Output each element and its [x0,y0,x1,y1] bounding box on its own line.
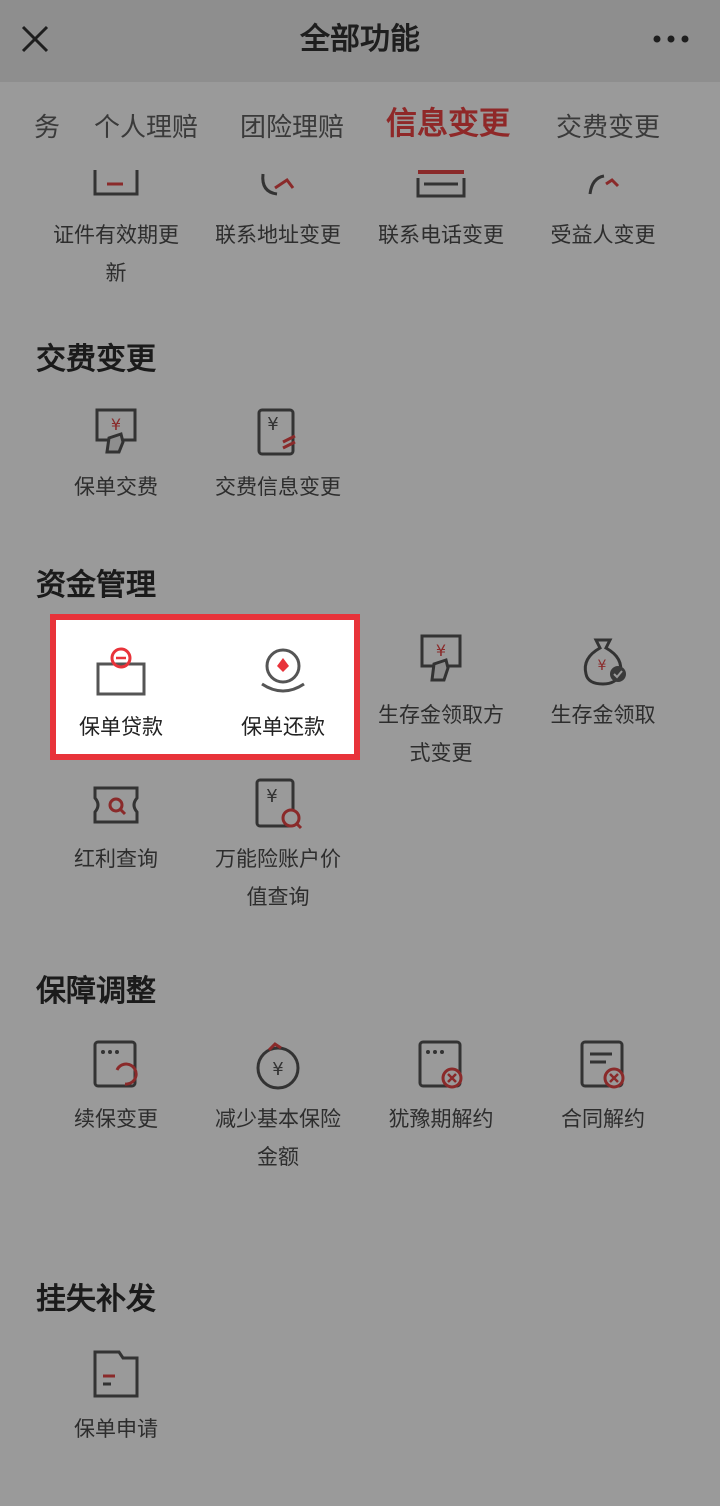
contract-cancel-icon [580,1040,625,1089]
policy-application-item[interactable]: 保单申请 [35,1344,197,1448]
item-label: 联系地址变更 [215,223,341,247]
item-label: 联系电话变更 [378,223,504,247]
yen-hand-icon: ¥ [420,634,462,682]
reduce-sum-insured-item[interactable]: ¥ 减少基本保险金额 [197,1034,359,1176]
cancel-doc-icon [418,1040,463,1089]
svg-text:¥: ¥ [598,658,607,674]
policy-loan-item[interactable]: 保单贷款 [40,642,202,746]
tab-info-change[interactable]: 信息变更 [386,104,510,144]
money-bag-icon: ¥ [583,638,626,686]
repayment-icon [261,648,305,693]
survival-benefit-method-change-item[interactable]: ¥ 生存金领取方式变更 [360,630,522,772]
svg-text:¥: ¥ [266,786,277,807]
yen-hand-icon: ¥ [95,408,137,454]
item-label: 证件有效期更新 [53,223,179,285]
id-validity-update-item[interactable]: 证件有效期更新 [35,150,197,292]
item-label: 保单贷款 [79,715,163,739]
close-icon[interactable] [16,20,54,58]
svg-text:¥: ¥ [111,415,121,434]
section-title-coverage-adjustment: 保障调整 [36,974,156,1009]
loan-icon [96,647,146,696]
item-label: 受益人变更 [550,223,656,247]
section-title-loss-reissue: 挂失补发 [36,1282,156,1317]
svg-text:¥: ¥ [436,641,446,660]
tab-personal-claims[interactable]: 个人理赔 [94,108,198,148]
id-card-icon [93,170,139,196]
yen-exchange-icon: ¥ [257,408,296,456]
beneficiary-change-item[interactable]: 受益人变更 [522,150,684,254]
item-label: 保单还款 [241,715,325,739]
svg-text:¥: ¥ [267,414,278,435]
cooling-off-cancellation-item[interactable]: 犹豫期解约 [360,1034,522,1138]
folder-doc-icon [93,1350,139,1398]
beneficiary-icon [588,174,620,195]
tab-service-partial[interactable]: 务 [34,108,60,148]
svg-text:¥: ¥ [272,1059,283,1080]
top-bar: 全部功能 [0,0,720,82]
universal-account-value-inquiry-item[interactable]: ¥ 万能险账户价值查询 [197,774,359,916]
more-options-icon[interactable] [648,26,694,52]
renewal-doc-icon [93,1040,138,1088]
item-label: 续保变更 [74,1107,158,1131]
policy-repayment-item[interactable]: 保单还款 [202,642,364,746]
item-label: 合同解约 [561,1107,645,1131]
survival-benefit-claim-item[interactable]: ¥ 生存金领取 [522,630,684,734]
policy-payment-item[interactable]: ¥ 保单交费 [35,402,197,506]
contract-cancellation-item[interactable]: 合同解约 [522,1034,684,1138]
tab-group-claims[interactable]: 团险理赔 [240,108,344,148]
highlight-box: 保单贷款 保单还款 [50,614,360,760]
page-title: 全部功能 [300,22,420,57]
item-label: 犹豫期解约 [388,1107,494,1131]
item-label: 保单交费 [74,475,158,499]
item-label: 保单申请 [74,1417,158,1441]
renewal-change-item[interactable]: 续保变更 [35,1034,197,1138]
yen-search-icon: ¥ [255,778,303,830]
phone-card-icon [416,170,466,198]
item-label: 万能险账户价值查询 [215,847,341,909]
section-title-fund-management: 资金管理 [36,568,156,603]
item-label: 生存金领取 [550,703,656,727]
contact-phone-change-item[interactable]: 联系电话变更 [360,150,522,254]
dividend-search-icon [93,786,139,824]
payment-info-change-item[interactable]: ¥ 交费信息变更 [197,402,359,506]
item-label: 生存金领取方式变更 [378,703,504,765]
address-change-icon [261,173,295,196]
dividend-inquiry-item[interactable]: 红利查询 [35,774,197,878]
item-label: 红利查询 [74,847,158,871]
item-label: 减少基本保险金额 [215,1107,341,1169]
item-label: 交费信息变更 [215,475,341,499]
tab-payment-change[interactable]: 交费变更 [556,108,660,148]
reduce-amount-icon: ¥ [256,1042,300,1090]
contact-address-change-item[interactable]: 联系地址变更 [197,150,359,254]
section-title-payment-change: 交费变更 [36,342,156,377]
